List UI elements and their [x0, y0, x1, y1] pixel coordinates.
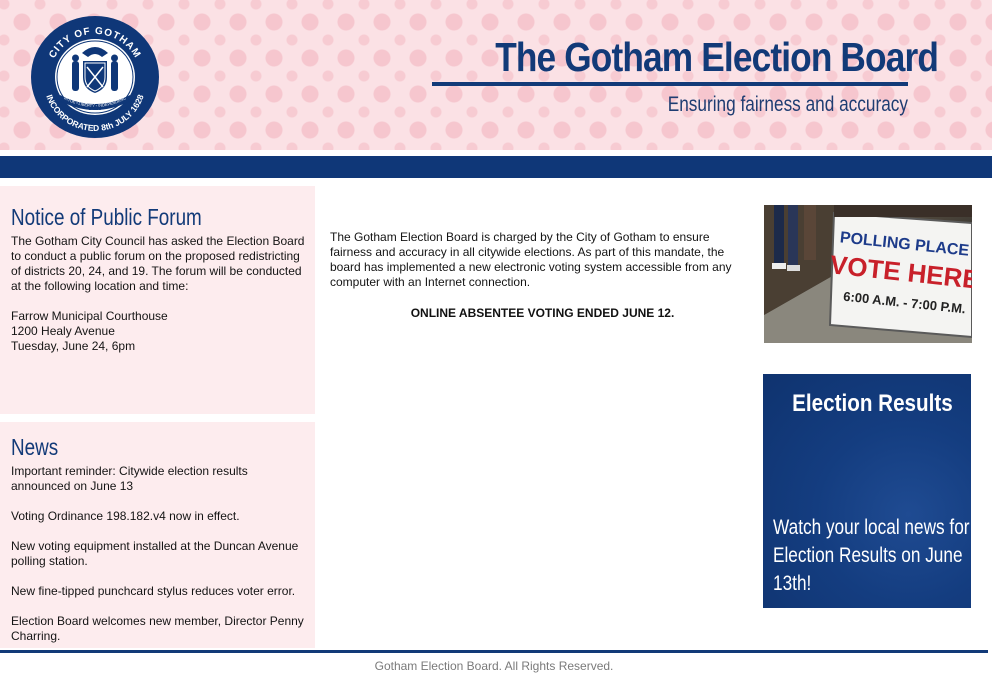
forum-heading: Notice of Public Forum	[11, 204, 202, 230]
navigation-bar	[0, 156, 992, 178]
site-header: CITY OF GOTHAM INCORPORATED 8th JULY 162…	[0, 0, 992, 150]
news-item: New voting equipment installed at the Du…	[11, 539, 299, 568]
results-title: Election Results	[792, 390, 953, 417]
polling-place-photo: POLLING PLACE VOTE HERE 6:00 A.M. - 7:00…	[764, 205, 972, 343]
news-heading: News	[11, 434, 59, 460]
forum-street: 1200 Healy Avenue	[11, 324, 115, 338]
title-underline	[432, 82, 908, 86]
forum-address: Farrow Municipal Courthouse 1200 Healy A…	[11, 309, 305, 354]
election-results-panel[interactable]: Election Results Watch your local news f…	[763, 374, 971, 608]
news-list: Important reminder: Citywide election re…	[11, 464, 305, 644]
forum-venue: Farrow Municipal Courthouse	[11, 309, 168, 323]
results-body: Watch your local news for Election Resul…	[773, 516, 970, 595]
forum-intro: The Gotham City Council has asked the El…	[11, 234, 305, 293]
news-item: Important reminder: Citywide election re…	[11, 464, 248, 493]
forum-datetime: Tuesday, June 24, 6pm	[11, 339, 136, 353]
news-item: Voting Ordinance 198.182.v4 now in effec…	[11, 509, 240, 523]
footer-copyright: Gotham Election Board. All Rights Reserv…	[374, 659, 614, 673]
news-item: Election Board welcomes new member, Dire…	[11, 614, 304, 643]
news-box: News Important reminder: Citywide electi…	[0, 422, 315, 648]
title-block: The Gotham Election Board Ensuring fairn…	[428, 34, 939, 117]
public-forum-box: Notice of Public Forum The Gotham City C…	[0, 186, 315, 414]
site-title[interactable]: The Gotham Election Board	[495, 34, 939, 80]
main-intro: The Gotham Election Board is charged by …	[330, 230, 732, 289]
seal-year: 1628	[88, 106, 102, 112]
news-item: New fine-tipped punchcard stylus reduces…	[11, 584, 296, 598]
absentee-voting-notice: ONLINE ABSENTEE VOTING ENDED JUNE 12.	[410, 306, 675, 320]
site-tagline: Ensuring fairness and accuracy	[667, 93, 908, 116]
city-seal-logo[interactable]: CITY OF GOTHAM INCORPORATED 8th JULY 162…	[30, 15, 160, 139]
polling-place-illustration: POLLING PLACE VOTE HERE 6:00 A.M. - 7:00…	[764, 205, 972, 343]
footer-divider	[0, 650, 988, 653]
